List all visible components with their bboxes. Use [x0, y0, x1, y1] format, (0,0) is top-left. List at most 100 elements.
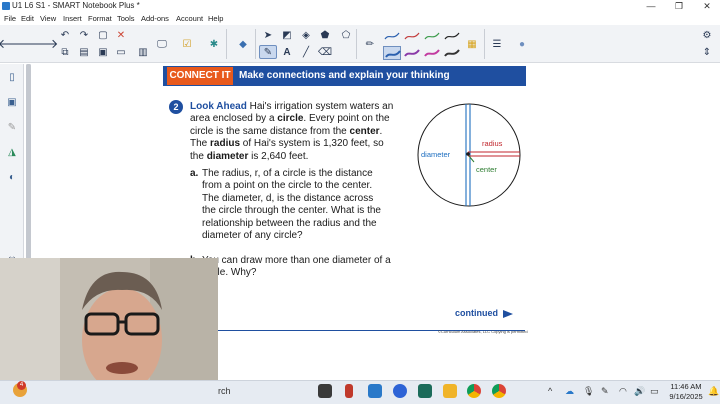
windows-taskbar	[0, 380, 720, 404]
shape-tool-icon[interactable]: ◩	[278, 28, 296, 42]
insert-page-icon[interactable]: ⧉	[56, 45, 74, 59]
fill-tool-icon[interactable]: ◈	[297, 28, 315, 42]
menu-view[interactable]: View	[40, 14, 56, 23]
wifi-icon[interactable]: ◠	[619, 386, 627, 397]
pen-style-icon[interactable]: ✏	[361, 37, 379, 51]
close-button[interactable]: ✕	[692, 0, 720, 12]
intro-text: the	[190, 150, 207, 162]
mic-icon[interactable]: 🎙	[583, 386, 594, 397]
part-b-line: You can draw more than one diameter of a	[202, 255, 391, 266]
intro-text: The	[190, 138, 211, 150]
color-palette-icon[interactable]: ▦	[463, 37, 481, 51]
taskbar-search-box[interactable]: rch	[218, 386, 231, 396]
file-explorer-icon[interactable]	[443, 384, 457, 398]
page-icon[interactable]: ▢	[94, 28, 112, 42]
task-view-icon[interactable]	[318, 384, 332, 398]
gallery-icon[interactable]: ▣	[5, 95, 19, 109]
question-number: 2	[169, 100, 183, 114]
show-hidden-icons-chevron-icon[interactable]: ^	[548, 386, 552, 396]
properties-icon[interactable]: ☰	[488, 37, 506, 51]
part-a-line: The diameter, d, is the distance across	[202, 192, 374, 204]
intro-text: is 2,640 feet.	[248, 150, 309, 162]
layout-icon[interactable]: ▥	[134, 45, 152, 59]
addons-icon[interactable]: ✱	[205, 37, 223, 51]
redo-icon[interactable]: ↷	[75, 28, 93, 42]
part-b-text: You can draw more than one diameter of a…	[202, 255, 412, 280]
pen-tray-icon[interactable]: ✎	[601, 386, 609, 397]
attachments-icon[interactable]: ✎	[5, 120, 19, 134]
onedrive-icon[interactable]: ☁	[565, 386, 574, 397]
delete-icon[interactable]: ✕	[112, 28, 130, 42]
pen-dark-thick-icon[interactable]	[443, 46, 461, 60]
menu-bar: File Edit View Insert Format Tools Add-o…	[0, 12, 720, 25]
intro-text: of Hai's system is 1,320 feet, so	[240, 138, 384, 150]
smart-notebook-taskbar-icon[interactable]	[368, 384, 382, 398]
previous-page-arrow-icon[interactable]: 🡐	[0, 36, 32, 51]
page-sorter-icon[interactable]: ▯	[5, 70, 19, 84]
text-tool-icon[interactable]: A	[278, 45, 296, 59]
battery-icon[interactable]: ▭	[650, 386, 659, 397]
intro-text: circle is the same distance from the	[190, 125, 350, 137]
table-tool-icon[interactable]: ◆	[234, 37, 252, 51]
chrome-icon[interactable]	[467, 384, 481, 398]
menu-insert[interactable]: Insert	[63, 14, 82, 23]
menu-add-ons[interactable]: Add-ons	[141, 14, 169, 23]
menu-format[interactable]: Format	[88, 14, 112, 23]
pen-tool-icon[interactable]: ✎	[259, 45, 277, 59]
eraser-icon[interactable]: ⌫	[316, 45, 334, 59]
question-intro: Look Ahead Hai's irrigation system water…	[190, 101, 415, 163]
continued-text: continued	[455, 308, 498, 318]
magic-pen-icon[interactable]: ●	[513, 37, 531, 51]
next-page-arrow-icon[interactable]: 🡒	[24, 36, 59, 51]
menu-help[interactable]: Help	[208, 14, 223, 23]
menu-file[interactable]: File	[4, 14, 16, 23]
look-ahead-label: Look Ahead	[190, 101, 247, 112]
pen-green-thin-icon[interactable]	[423, 29, 441, 43]
pen-magenta-thick-icon[interactable]	[423, 46, 441, 60]
part-a-line: the circle through the center. What is t…	[202, 205, 381, 217]
chrome-profile-icon[interactable]	[492, 384, 506, 398]
menu-tools[interactable]: Tools	[117, 14, 135, 23]
screen-shade-icon[interactable]: ▭	[112, 45, 130, 59]
line-tool-icon[interactable]: ╱	[297, 45, 315, 59]
volume-icon[interactable]: 🔊	[634, 386, 645, 397]
toolbar-position-icon[interactable]: ⇕	[698, 45, 716, 59]
zoom-icon[interactable]	[393, 384, 407, 398]
notifications-bell-icon[interactable]: 🔔	[708, 386, 719, 397]
display-icon[interactable]: 🖵	[153, 37, 171, 51]
app-icon-red[interactable]	[345, 384, 353, 398]
part-a-line: diameter of any circle?	[202, 230, 303, 242]
pen-purple-thick-icon[interactable]	[403, 46, 421, 60]
part-b-line: circle. Why?	[202, 267, 257, 279]
lesson-header-text: Make connections and explain your thinki…	[239, 70, 450, 81]
pen-blue-thin-icon[interactable]	[383, 29, 401, 43]
activity-icon[interactable]: ☑	[178, 37, 196, 51]
properties-panel-icon[interactable]: ◮	[5, 145, 19, 159]
restore-button[interactable]: ❐	[664, 0, 694, 12]
shape-recognition-icon[interactable]: ⬟	[316, 28, 334, 42]
pen-red-thin-icon[interactable]	[403, 29, 421, 43]
pen-black-thin-icon[interactable]	[443, 29, 461, 43]
open-file-icon[interactable]: ▤	[75, 45, 93, 59]
menu-account[interactable]: Account	[176, 14, 203, 23]
radius-label: radius	[482, 139, 503, 148]
center-point	[466, 152, 470, 156]
undo-icon[interactable]: ↶	[56, 28, 74, 42]
continued-arrow-icon	[502, 309, 513, 318]
save-icon[interactable]: ▣	[94, 45, 112, 59]
addons-panel-icon[interactable]: ◐	[5, 170, 19, 184]
part-a-line: The radius, r, of a circle is the distan…	[202, 168, 373, 179]
term-radius: radius	[210, 138, 241, 150]
taskbar-clock-date[interactable]: 9/16/2025	[666, 392, 706, 401]
smart-notebook-app-icon	[2, 2, 10, 10]
app-icon-green[interactable]	[418, 384, 432, 398]
intro-text: area enclosed by a	[190, 113, 278, 125]
fill-bucket-icon[interactable]: ⬠	[337, 28, 355, 42]
continued-label: continued	[455, 308, 513, 318]
minimize-button[interactable]: —	[636, 0, 666, 12]
select-tool-icon[interactable]: ➤	[259, 28, 277, 42]
settings-gear-icon[interactable]: ⚙	[698, 28, 716, 42]
pen-blue-thick-icon[interactable]	[383, 46, 401, 60]
taskbar-clock-time[interactable]: 11:46 AM	[666, 382, 706, 391]
menu-edit[interactable]: Edit	[21, 14, 34, 23]
